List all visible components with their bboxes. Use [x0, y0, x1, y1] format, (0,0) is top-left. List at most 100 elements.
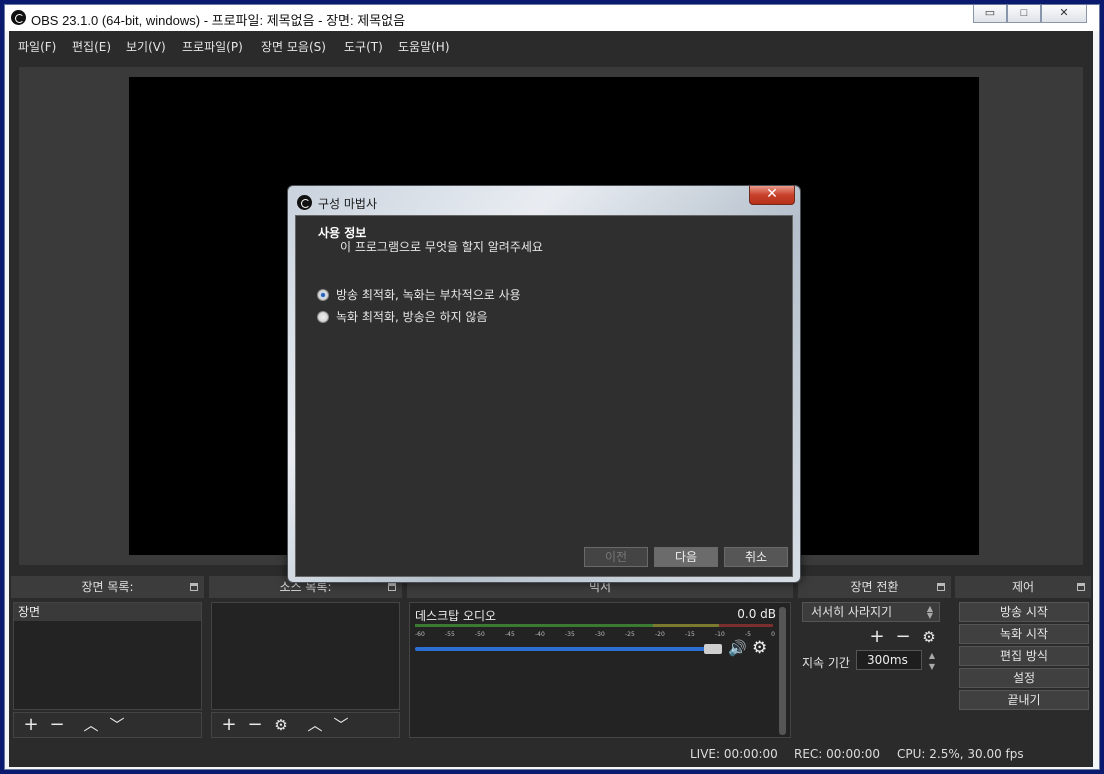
meter-tick-label: -25	[625, 631, 635, 638]
meter-tick-label: -60	[415, 631, 425, 638]
option-recording-label: 녹화 최적화, 방송은 하지 않음	[336, 310, 488, 324]
config-wizard-dialog: 구성 마법사 ✕ 사용 정보 이 프로그램으로 무엇을 할지 알려주세요 방송 …	[287, 185, 801, 583]
mixer-body: 데스크탑 오디오 0.0 dB -60 -55 -50 -45 -40 -35 -30 -25…	[409, 602, 791, 738]
scenes-toolbar: + − ︿ ﹀	[13, 712, 202, 738]
mixer-scrollbar[interactable]	[779, 607, 786, 735]
dialog-body: 사용 정보 이 프로그램으로 무엇을 할지 알려주세요 방송 최적화, 녹화는 …	[295, 215, 793, 577]
meter-tick-label: -10	[715, 631, 725, 638]
scenes-dock: 장면 목록: 장면 + − ︿ ﹀	[11, 576, 204, 738]
remove-transition-icon[interactable]: −	[890, 626, 916, 648]
window-controls: ▭ □ ✕	[973, 5, 1087, 23]
menu-edit[interactable]: 편집(E)	[72, 38, 111, 55]
transition-gear-icon[interactable]: ⚙	[916, 626, 942, 648]
status-bar: LIVE: 00:00:00 REC: 00:00:00 CPU: 2.5%, …	[9, 743, 1093, 765]
dock-float-icon[interactable]	[1077, 583, 1085, 591]
transition-select-value: 서서히 사라지기	[811, 605, 893, 619]
dialog-close-button[interactable]: ✕	[749, 186, 795, 205]
duration-spinner[interactable]: ▲ ▼	[924, 650, 940, 672]
menu-file[interactable]: 파일(F)	[18, 38, 56, 55]
scene-item[interactable]: 장면	[14, 603, 201, 621]
mixer-db-readout: 0.0 dB	[737, 607, 776, 621]
add-source-icon[interactable]: +	[216, 714, 242, 736]
controls-dock-title: 제어	[1011, 580, 1035, 594]
window-title: OBS 23.1.0 (64-bit, windows) - 프로파일: 제목없…	[31, 13, 406, 28]
sources-list	[211, 602, 400, 710]
radio-checked[interactable]	[317, 288, 329, 301]
menu-bar: 파일(F) 편집(E) 보기(V) 프로파일(P) 장면 모음(S) 도구(T)…	[9, 31, 1093, 59]
menu-profile[interactable]: 프로파일(P)	[182, 38, 243, 55]
controls-dock: 제어 방송 시작 녹화 시작 편집 방식 설정 끝내기	[955, 576, 1091, 738]
transitions-dock-header: 장면 전환	[798, 576, 951, 598]
rec-status: REC: 00:00:00	[794, 747, 881, 761]
volume-slider-handle[interactable]	[704, 644, 722, 654]
meter-tick-label: -15	[685, 631, 695, 638]
remove-scene-icon[interactable]: −	[44, 714, 70, 736]
meter-tick-label: 0	[771, 631, 775, 638]
sources-toolbar: + − ⚙ ︿ ﹀	[211, 712, 400, 738]
maximize-button[interactable]: □	[1007, 5, 1041, 23]
radio-unchecked[interactable]	[317, 310, 329, 323]
title-bar: OBS 23.1.0 (64-bit, windows) - 프로파일: 제목없…	[5, 5, 1099, 31]
dock-float-icon[interactable]	[190, 583, 198, 591]
close-button[interactable]: ✕	[1041, 5, 1087, 23]
mixer-dock: 믹서 데스크탑 오디오 0.0 dB -60 -55 -50 -45 -40 -35 -30…	[407, 576, 793, 738]
scenes-list: 장면	[13, 602, 202, 710]
option-streaming-label: 방송 최적화, 녹화는 부차적으로 사용	[336, 288, 521, 302]
source-properties-gear-icon[interactable]: ⚙	[268, 714, 294, 736]
dock-float-icon[interactable]	[388, 583, 396, 591]
cpu-status: CPU: 2.5%, 30.00 fps	[897, 747, 1024, 761]
volume-slider-track[interactable]	[415, 647, 721, 651]
mixer-gear-icon[interactable]: ⚙	[752, 638, 767, 658]
meter-tick-label: -45	[505, 631, 515, 638]
dialog-title: 구성 마법사	[318, 197, 378, 211]
exit-button[interactable]: 끝내기	[959, 690, 1089, 710]
select-spin-icon: ▲ ▼	[926, 604, 934, 620]
duration-input[interactable]: 300ms	[856, 650, 922, 670]
start-recording-button[interactable]: 녹화 시작	[959, 624, 1089, 644]
move-down-icon[interactable]: ﹀	[328, 714, 354, 736]
meter-tick-label: -20	[655, 631, 665, 638]
transition-select[interactable]: 서서히 사라지기 ▲ ▼	[802, 602, 940, 622]
back-button[interactable]: 이전	[584, 547, 648, 567]
meter-tick-label: -40	[535, 631, 545, 638]
sources-dock: 소스 목록: + − ⚙ ︿ ﹀	[209, 576, 402, 738]
move-up-icon[interactable]: ︿	[78, 714, 104, 736]
meter-tick-label: -35	[565, 631, 575, 638]
controls-dock-header: 제어	[955, 576, 1091, 598]
transitions-dock-title: 장면 전환	[850, 580, 899, 594]
speaker-icon[interactable]: 🔊	[728, 639, 747, 657]
minimize-button[interactable]: ▭	[973, 5, 1007, 23]
transition-tools: + − ⚙	[864, 626, 942, 648]
studio-mode-button[interactable]: 편집 방식	[959, 646, 1089, 666]
move-up-icon[interactable]: ︿	[302, 714, 328, 736]
add-scene-icon[interactable]: +	[18, 714, 44, 736]
cancel-button[interactable]: 취소	[724, 547, 788, 567]
meter-ticks: -60 -55 -50 -45 -40 -35 -30 -25 -20 -15 -10 -5 0	[415, 631, 775, 641]
menu-tools[interactable]: 도구(T)	[344, 38, 383, 55]
volume-meter	[415, 623, 773, 629]
scenes-dock-header: 장면 목록:	[11, 576, 204, 598]
dock-float-icon[interactable]	[937, 583, 945, 591]
start-streaming-button[interactable]: 방송 시작	[959, 602, 1089, 622]
obs-logo-icon	[297, 195, 312, 210]
move-down-icon[interactable]: ﹀	[104, 714, 130, 736]
transitions-dock: 장면 전환 서서히 사라지기 ▲ ▼ + − ⚙ 지속 기간 300ms ▲ ▼	[798, 576, 951, 738]
remove-source-icon[interactable]: −	[242, 714, 268, 736]
menu-scene-collection[interactable]: 장면 모음(S)	[261, 38, 326, 55]
menu-help[interactable]: 도움말(H)	[398, 38, 450, 55]
option-recording[interactable]: 녹화 최적화, 방송은 하지 않음	[317, 308, 488, 325]
dialog-subheading: 이 프로그램으로 무엇을 할지 알려주세요	[340, 240, 543, 254]
meter-tick-label: -50	[475, 631, 485, 638]
next-button[interactable]: 다음	[654, 547, 718, 567]
live-status: LIVE: 00:00:00	[690, 747, 778, 761]
meter-tick-label: -55	[445, 631, 455, 638]
settings-button[interactable]: 설정	[959, 668, 1089, 688]
add-transition-icon[interactable]: +	[864, 626, 890, 648]
meter-tick-label: -30	[595, 631, 605, 638]
scenes-dock-title: 장면 목록:	[81, 580, 134, 594]
mixer-track-name: 데스크탑 오디오	[415, 609, 497, 623]
duration-label: 지속 기간	[802, 656, 850, 670]
menu-view[interactable]: 보기(V)	[126, 38, 166, 55]
obs-logo-icon	[11, 10, 26, 25]
option-streaming[interactable]: 방송 최적화, 녹화는 부차적으로 사용	[317, 286, 521, 303]
